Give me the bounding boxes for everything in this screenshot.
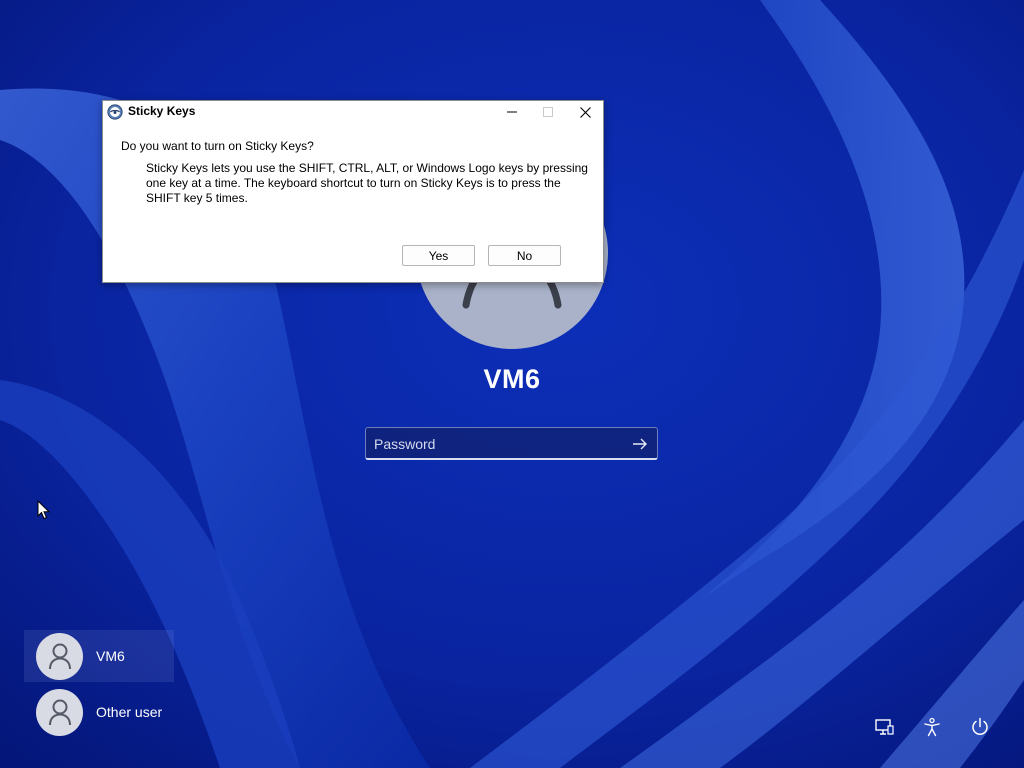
- power-icon: [972, 717, 988, 735]
- arrow-right-icon: [633, 438, 647, 450]
- maximize-button[interactable]: [531, 101, 565, 123]
- close-button[interactable]: [568, 101, 602, 123]
- network-icon: [875, 719, 894, 735]
- mouse-cursor-icon: [37, 500, 51, 520]
- maximize-icon: [543, 107, 553, 117]
- sticky-keys-dialog: Sticky Keys Do you want to turn on Stick…: [102, 100, 604, 283]
- user-tile-vm6[interactable]: VM6: [24, 630, 174, 682]
- accessibility-app-icon: [107, 104, 123, 120]
- power-button[interactable]: [969, 716, 991, 738]
- dialog-titlebar[interactable]: Sticky Keys: [103, 101, 603, 123]
- accessibility-icon: [924, 717, 940, 737]
- dialog-title: Sticky Keys: [128, 104, 196, 118]
- user-tile-other-user[interactable]: Other user: [24, 686, 174, 738]
- user-tile-label: Other user: [96, 704, 163, 720]
- user-avatar: [36, 632, 83, 680]
- password-input[interactable]: [366, 428, 616, 459]
- user-avatar: [36, 688, 83, 736]
- person-icon: [48, 643, 71, 670]
- minimize-button[interactable]: [495, 101, 529, 123]
- close-icon: [579, 106, 591, 118]
- password-field[interactable]: [365, 427, 658, 460]
- no-button[interactable]: No: [488, 245, 561, 266]
- dialog-explanation: Sticky Keys lets you use the SHIFT, CTRL…: [146, 161, 588, 205]
- dialog-question: Do you want to turn on Sticky Keys?: [121, 139, 314, 153]
- yes-button[interactable]: Yes: [402, 245, 475, 266]
- lockscreen-user-name: VM6: [483, 364, 541, 394]
- network-button[interactable]: [873, 716, 895, 738]
- submit-button[interactable]: [629, 433, 651, 455]
- user-tile-label: VM6: [96, 648, 125, 664]
- accessibility-button[interactable]: [921, 716, 943, 738]
- person-icon: [48, 699, 71, 726]
- minimize-icon: [507, 111, 517, 113]
